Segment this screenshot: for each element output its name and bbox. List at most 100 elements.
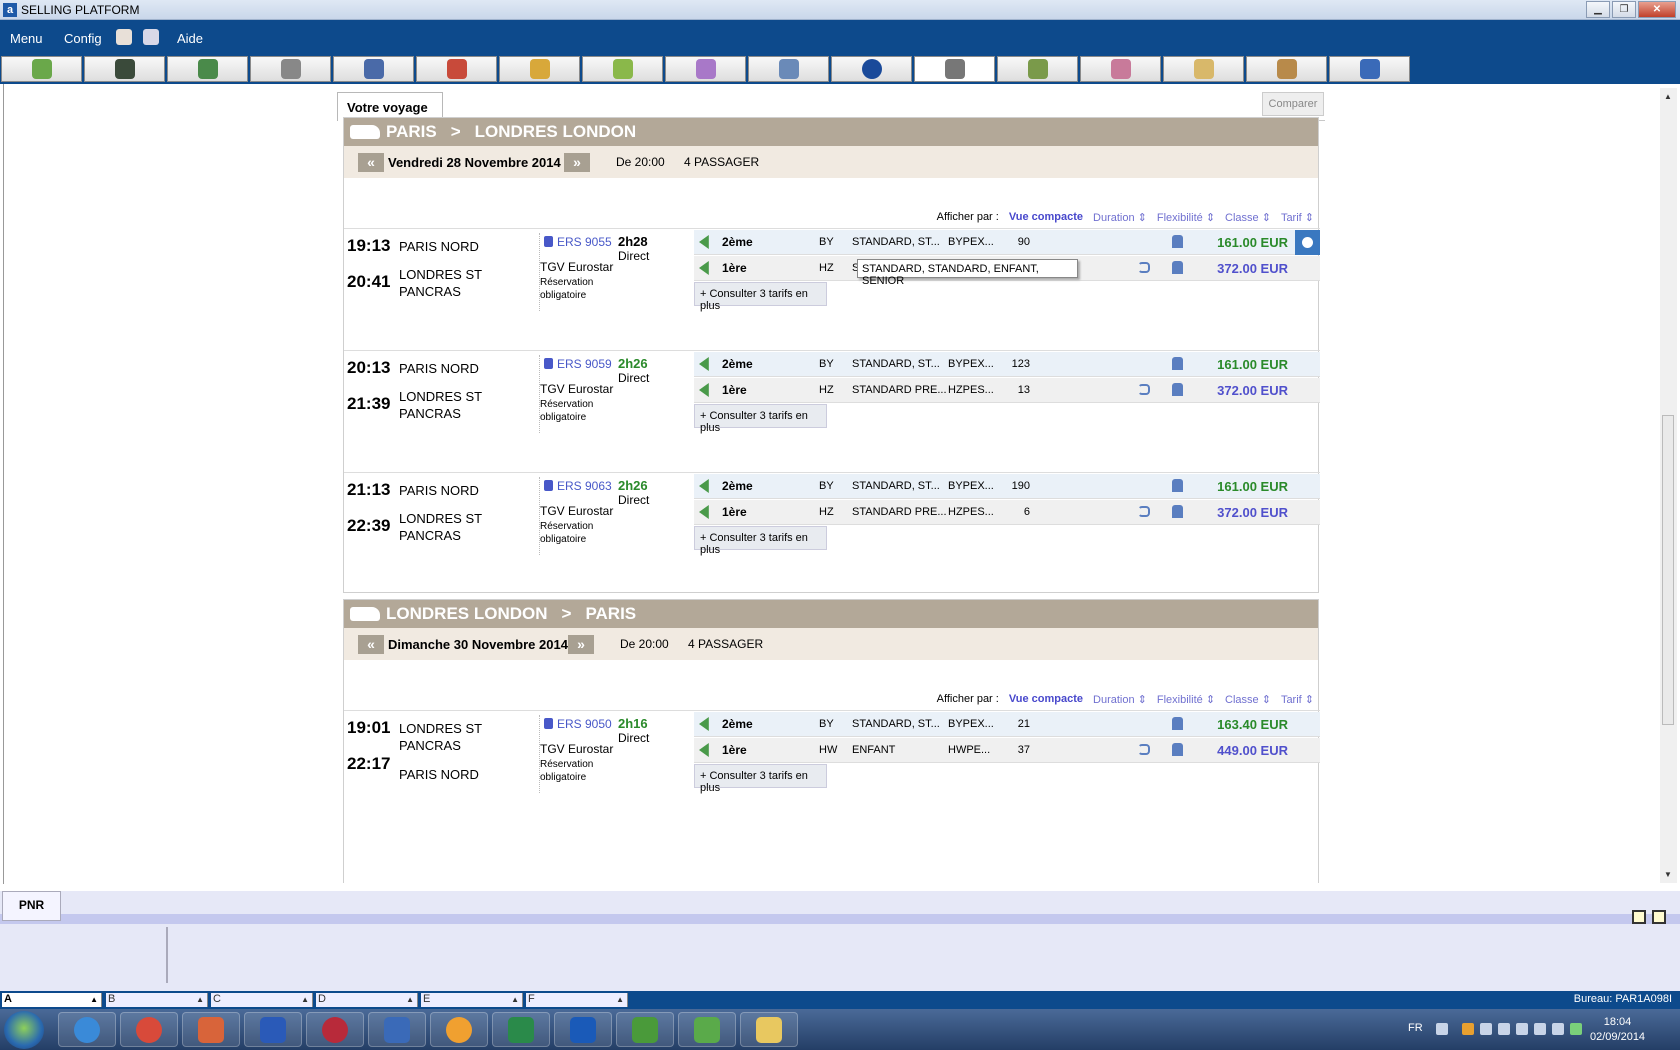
tray-shield-icon[interactable] xyxy=(1552,1023,1564,1035)
fare-row[interactable]: 2ème BY STANDARD, ST... BYPEX... 190 161.00 E… xyxy=(694,474,1320,499)
sort-tarif[interactable]: Tarif ⇕ xyxy=(1281,693,1314,706)
amadeus-taskbar-icon[interactable] xyxy=(554,1012,612,1047)
minimize-button[interactable]: ▁ xyxy=(1586,1,1610,18)
plane-module-button[interactable] xyxy=(250,56,331,82)
slot-e[interactable]: E ▲ xyxy=(421,993,523,1007)
building-module-button[interactable] xyxy=(748,56,829,82)
train-number-link[interactable]: ERS 9063 xyxy=(544,479,612,493)
train-number-link[interactable]: ERS 9059 xyxy=(544,357,612,371)
rail-module-button[interactable] xyxy=(914,56,995,82)
green-c-taskbar-icon[interactable] xyxy=(616,1012,674,1047)
slot-c[interactable]: C ▲ xyxy=(211,993,313,1007)
powerpoint-taskbar-icon[interactable] xyxy=(182,1012,240,1047)
previous-day-button[interactable]: « xyxy=(358,153,384,172)
sort-flexibility[interactable]: Flexibilité ⇕ xyxy=(1157,693,1215,706)
agent-module-button[interactable] xyxy=(1080,56,1161,82)
cruise-module-button[interactable] xyxy=(1329,56,1410,82)
ie-taskbar-icon[interactable] xyxy=(58,1012,116,1047)
tray-up-icon[interactable] xyxy=(1436,1023,1448,1035)
info-module-button[interactable] xyxy=(831,56,912,82)
expand-fare-icon[interactable] xyxy=(699,261,709,275)
undock-icon[interactable] xyxy=(1632,910,1646,924)
scroll-down-icon[interactable]: ▼ xyxy=(1664,870,1672,879)
menu-item-config[interactable]: Config xyxy=(64,31,102,46)
seat-icon[interactable] xyxy=(1172,717,1183,730)
ship-module-button[interactable] xyxy=(997,56,1078,82)
umbrella-module-button[interactable] xyxy=(499,56,580,82)
seat-icon[interactable] xyxy=(1172,357,1183,370)
next-day-button[interactable]: » xyxy=(564,153,590,172)
hotel-module-button[interactable] xyxy=(416,56,497,82)
more-fares-button[interactable]: + Consulter 3 tarifs en plus xyxy=(694,282,827,312)
document-module-button[interactable] xyxy=(665,56,746,82)
excel-taskbar-icon[interactable] xyxy=(492,1012,550,1047)
train-number-link[interactable]: ERS 9050 xyxy=(544,717,612,731)
expand-fare-icon[interactable] xyxy=(699,383,709,397)
chrome-taskbar-icon[interactable] xyxy=(120,1012,178,1047)
sort-duration[interactable]: Duration ⇕ xyxy=(1093,693,1147,706)
maximize-button[interactable]: ❐ xyxy=(1612,1,1636,18)
money-module-button[interactable] xyxy=(582,56,663,82)
seat-icon[interactable] xyxy=(1172,479,1183,492)
word-taskbar-icon[interactable] xyxy=(244,1012,302,1047)
expand-fare-icon[interactable] xyxy=(699,743,709,757)
car-module-button[interactable] xyxy=(333,56,414,82)
scroll-up-icon[interactable]: ▲ xyxy=(1664,92,1672,101)
popout-icon[interactable] xyxy=(1652,910,1666,924)
start-button[interactable] xyxy=(4,1011,44,1049)
sort-class[interactable]: Classe ⇕ xyxy=(1225,693,1271,706)
tray-volume-icon[interactable] xyxy=(1534,1023,1546,1035)
slot-a[interactable]: A ▲ xyxy=(2,993,102,1007)
slot-f[interactable]: F ▲ xyxy=(526,993,628,1007)
compact-view-link[interactable]: Vue compacte xyxy=(1009,211,1083,224)
sort-flexibility[interactable]: Flexibilité ⇕ xyxy=(1157,211,1215,224)
compact-view-link[interactable]: Vue compacte xyxy=(1009,693,1083,706)
fare-row[interactable]: 2ème BY STANDARD, ST... BYPEX... 21 163.40 EU… xyxy=(694,712,1320,737)
expand-fare-icon[interactable] xyxy=(699,479,709,493)
expand-fare-icon[interactable] xyxy=(699,717,709,731)
tab-pnr[interactable]: PNR xyxy=(2,891,61,921)
train-number-link[interactable]: ERS 9055 xyxy=(544,235,612,249)
tray-status-icon[interactable] xyxy=(1570,1023,1582,1035)
tray-app-icon[interactable] xyxy=(1462,1023,1474,1035)
menu-item-aide[interactable]: Aide xyxy=(177,31,203,46)
seat-icon[interactable] xyxy=(1172,235,1183,248)
seat-icon[interactable] xyxy=(1172,261,1183,274)
next-day-button[interactable]: » xyxy=(568,635,594,654)
fare-row[interactable]: 1ère HZ STANDARD PRE... HZPES... 13 372.00 EU… xyxy=(694,378,1320,403)
seat-icon[interactable] xyxy=(1172,743,1183,756)
previous-day-button[interactable]: « xyxy=(358,635,384,654)
expand-fare-icon[interactable] xyxy=(699,235,709,249)
checklist-icon[interactable] xyxy=(116,29,132,45)
app-red-taskbar-icon[interactable] xyxy=(306,1012,364,1047)
seat-icon[interactable] xyxy=(1172,383,1183,396)
scroll-thumb[interactable] xyxy=(1662,415,1674,725)
fare-row[interactable]: 2ème BY STANDARD, ST... BYPEX... 90 161.00 EU… xyxy=(694,230,1320,255)
customer-module-button[interactable] xyxy=(1163,56,1244,82)
explorer-taskbar-icon[interactable] xyxy=(740,1012,798,1047)
air-module-button[interactable] xyxy=(167,56,248,82)
slot-d[interactable]: D ▲ xyxy=(316,993,418,1007)
fare-row[interactable]: 2ème BY STANDARD, ST... BYPEX... 123 161.00 E… xyxy=(694,352,1320,377)
compare-button[interactable]: Comparer xyxy=(1262,92,1324,116)
sort-duration[interactable]: Duration ⇕ xyxy=(1093,211,1147,224)
menu-item-menu[interactable]: Menu xyxy=(10,31,43,46)
language-indicator[interactable]: FR xyxy=(1408,1022,1423,1034)
tray-network-icon[interactable] xyxy=(1498,1023,1510,1035)
citrix-taskbar-icon[interactable] xyxy=(368,1012,426,1047)
stats-module-button[interactable] xyxy=(1246,56,1327,82)
more-fares-button[interactable]: + Consulter 3 tarifs en plus xyxy=(694,526,827,556)
main-scrollbar[interactable]: ▲ ▼ xyxy=(1660,88,1677,883)
more-fares-button[interactable]: + Consulter 3 tarifs en plus xyxy=(694,404,827,434)
green-c2-taskbar-icon[interactable] xyxy=(678,1012,736,1047)
terminal-module-button[interactable] xyxy=(84,56,165,82)
more-fares-button[interactable]: + Consulter 3 tarifs en plus xyxy=(694,764,827,794)
sort-class[interactable]: Classe ⇕ xyxy=(1225,211,1271,224)
tray-flag-icon[interactable] xyxy=(1516,1023,1528,1035)
select-fare-radio[interactable] xyxy=(1295,230,1320,255)
tray-device-icon[interactable] xyxy=(1480,1023,1492,1035)
sort-tarif[interactable]: Tarif ⇕ xyxy=(1281,211,1314,224)
expand-fare-icon[interactable] xyxy=(699,505,709,519)
fare-row[interactable]: 1ère HW ENFANT HWPE... 37 449.00 EUR xyxy=(694,738,1320,763)
expand-fare-icon[interactable] xyxy=(699,357,709,371)
